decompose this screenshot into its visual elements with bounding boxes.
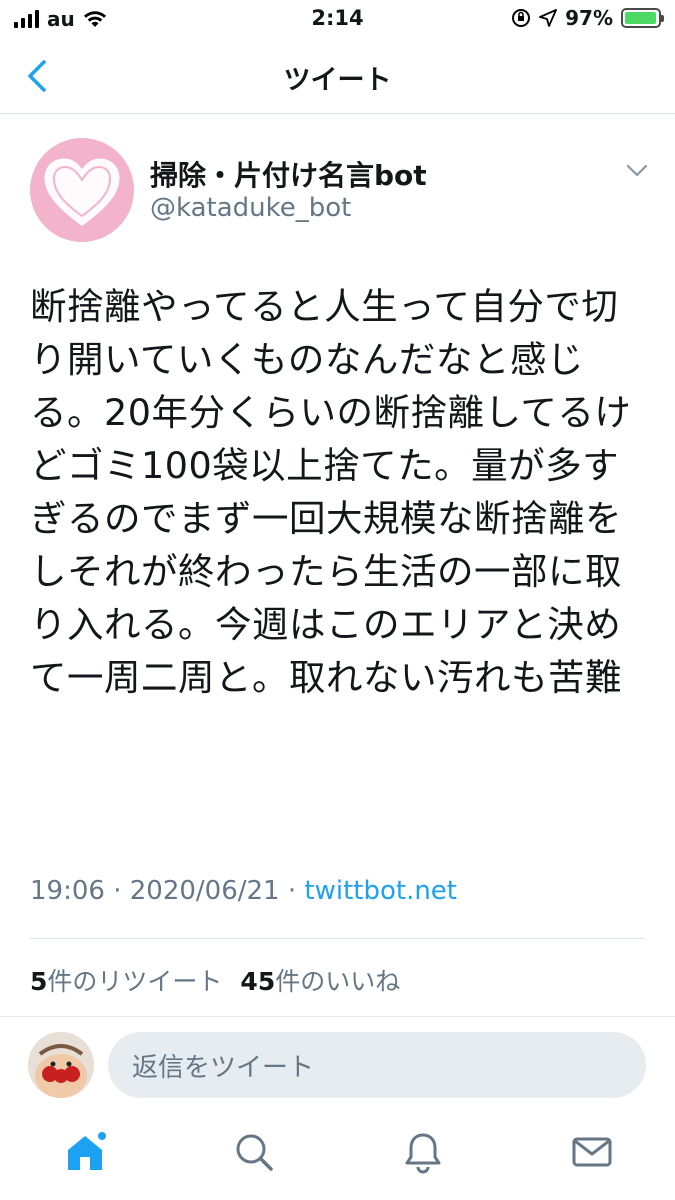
battery-percent: 97%: [565, 6, 613, 30]
home-icon[interactable]: [64, 1130, 108, 1174]
meta-separator: ·: [113, 876, 122, 906]
divider: [0, 1016, 675, 1017]
page-title: ツイート: [283, 65, 392, 96]
nav-bar: ツイート: [0, 38, 675, 114]
retweet-label: 件のリツイート: [47, 967, 223, 996]
status-right: 97%: [511, 6, 664, 30]
battery-icon: [621, 8, 664, 28]
reply-placeholder: 返信をツイート: [132, 1052, 315, 1083]
tweet-source-link[interactable]: twittbot.net: [304, 876, 457, 906]
heart-icon: [44, 158, 120, 226]
bell-icon[interactable]: [401, 1130, 445, 1174]
author-avatar[interactable]: [30, 138, 134, 242]
retweet-stat[interactable]: 5件のリツイート: [30, 967, 222, 996]
status-bar: au 2:14 97%: [0, 0, 675, 38]
chevron-down-icon[interactable]: [626, 163, 648, 179]
meta-separator: ·: [287, 876, 297, 906]
battery-fill: [625, 12, 657, 24]
tweet-stats: 5件のリツイート 45件のいいね: [30, 962, 400, 998]
orientation-lock-icon: [512, 9, 531, 27]
tweet-date: 2020/06/21: [129, 876, 280, 906]
retweet-count: 5: [30, 967, 48, 996]
user-avatar[interactable]: [28, 1032, 94, 1098]
like-count: 45: [240, 967, 276, 996]
location-icon: [539, 9, 558, 27]
avatar-face-icon: [28, 1032, 94, 1098]
tweet-meta: 19:06 · 2020/06/21 · twittbot.net: [30, 876, 457, 906]
author-name[interactable]: 掃除・片付け名言bot: [150, 154, 427, 194]
divider: [30, 938, 645, 939]
mail-icon[interactable]: [570, 1130, 614, 1174]
author-handle[interactable]: @kataduke_bot: [150, 193, 351, 223]
search-icon[interactable]: [232, 1130, 276, 1174]
reply-input[interactable]: 返信をツイート: [108, 1032, 646, 1098]
tweet-text: 断捨離やってると人生って自分で切り開いていくものなんだなと感じる。20年分くらい…: [30, 285, 632, 699]
like-stat[interactable]: 45件のいいね: [240, 967, 400, 996]
tweet-time: 19:06: [30, 876, 105, 906]
like-label: 件のいいね: [275, 967, 401, 996]
tab-bar: [0, 1110, 675, 1200]
